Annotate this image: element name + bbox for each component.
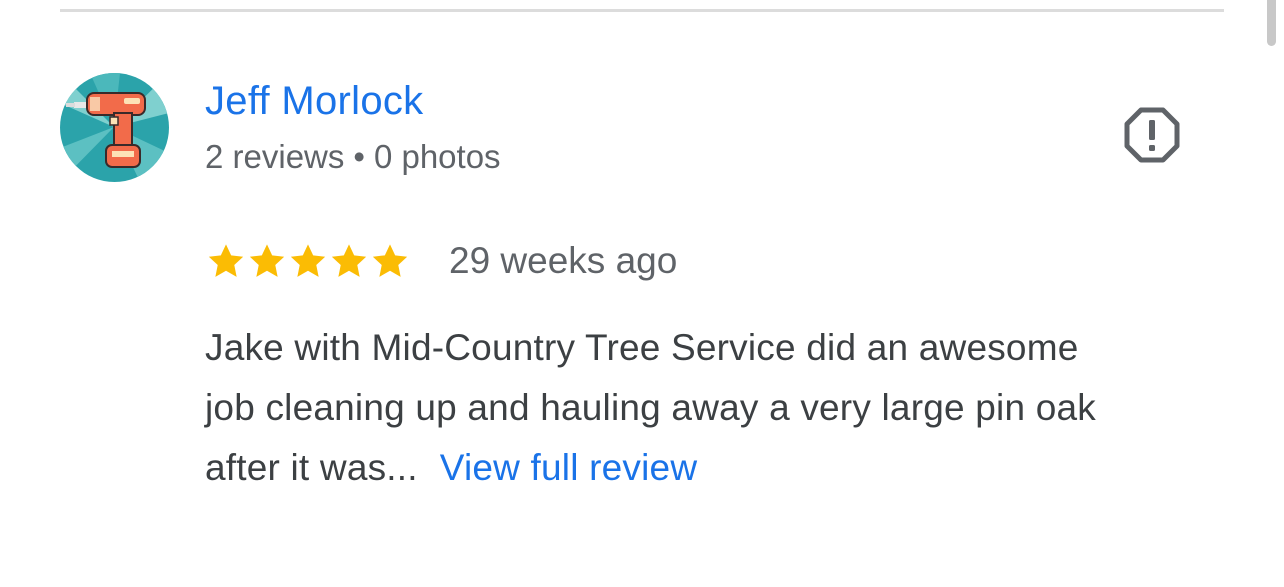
star-icon	[372, 244, 408, 277]
divider	[60, 9, 1224, 12]
meta-separator: •	[353, 138, 365, 175]
avatar[interactable]	[60, 73, 169, 182]
rating-row: 29 weeks ago	[205, 236, 677, 286]
star-icon	[249, 244, 285, 277]
power-drill-icon	[60, 73, 169, 182]
reviewer-name[interactable]: Jeff Morlock	[205, 78, 423, 124]
star-icon	[208, 244, 244, 277]
review-date: 29 weeks ago	[449, 240, 678, 281]
review-text-truncated: after it was...	[205, 447, 418, 488]
review-card: Jeff Morlock 2 reviews • 0 photos 29 weeks…	[0, 0, 1284, 587]
photos-count: 0 photos	[373, 138, 501, 175]
view-full-review-link[interactable]: View full review	[440, 447, 698, 488]
reviewer-stats: 2 reviews • 0 photos	[205, 137, 501, 177]
review-text-line: Jake with Mid-Country Tree Service did a…	[205, 327, 1079, 368]
star-rating	[205, 240, 410, 282]
star-icon	[331, 244, 367, 277]
review-text-line: job cleaning up and hauling away a very …	[205, 387, 1096, 428]
report-icon[interactable]	[1124, 107, 1180, 163]
review-text: Jake with Mid-Country Tree Service did a…	[205, 318, 1245, 498]
reviews-count: 2 reviews	[205, 138, 345, 175]
review-text-line-last: after it was... View full review	[205, 438, 1245, 498]
scrollbar[interactable]	[1267, 0, 1276, 46]
star-icon	[290, 244, 326, 277]
